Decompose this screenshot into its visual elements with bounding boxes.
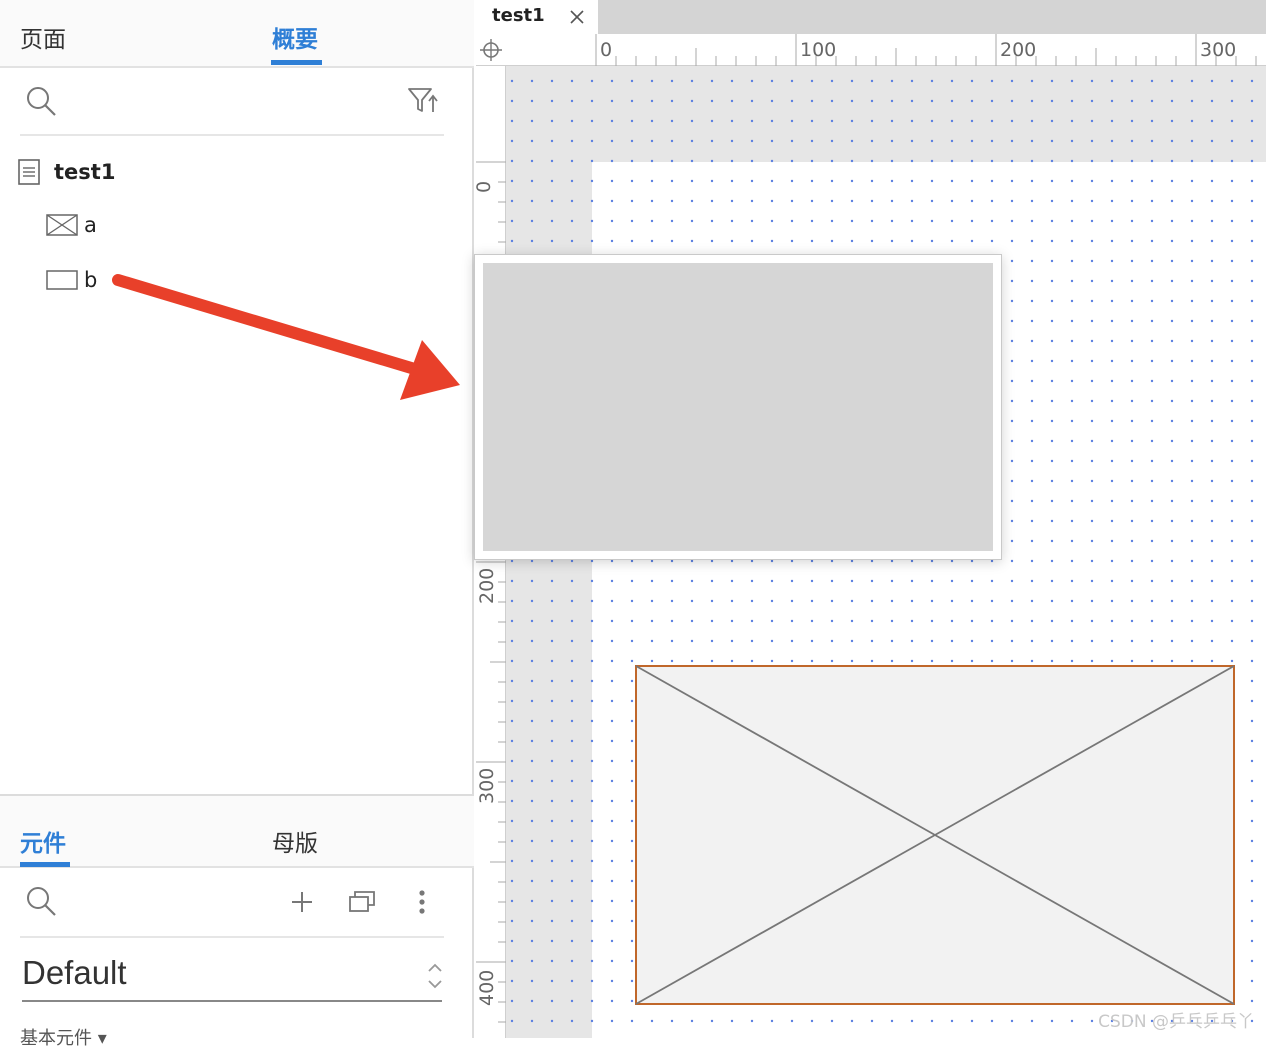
chevron-up-down-icon	[428, 963, 442, 989]
tab-widgets[interactable]: 元件	[20, 824, 66, 858]
active-tab-indicator	[271, 60, 322, 65]
top-tab-bar: 页面 概要	[0, 0, 474, 68]
manage-libraries-icon[interactable]	[348, 888, 378, 914]
left-panel: 页面 概要 test1 a b 元件 母版 Default 基本元件 ▾	[0, 0, 474, 1049]
library-select[interactable]: Default	[22, 950, 442, 1002]
ruler-left-label-300: 300	[476, 767, 498, 804]
crosshair-origin-icon[interactable]	[480, 39, 502, 61]
tree-item-b[interactable]: b	[46, 268, 97, 292]
filter-sort-icon[interactable]	[406, 84, 440, 118]
document-tab-title: test1	[492, 5, 545, 26]
ruler-left-label-200: 200	[476, 567, 498, 604]
tree-item-b-label: b	[84, 268, 98, 292]
tab-masters[interactable]: 母版	[272, 824, 318, 858]
active-bottom-tab-indicator	[20, 862, 70, 867]
watermark: CSDN @乒乓乒乓丫	[1098, 1012, 1254, 1032]
search-icon[interactable]	[24, 84, 58, 118]
bottom-tab-bar: 元件 母版	[0, 796, 474, 868]
ruler-left-label-400: 400	[476, 969, 498, 1006]
page-name: test1	[54, 160, 116, 184]
annotation-arrow-icon	[112, 274, 460, 400]
add-library-icon[interactable]	[290, 890, 314, 914]
horizontal-ruler[interactable]: 0 100 200 300	[476, 34, 1266, 66]
ruler-ticks-top	[595, 34, 1257, 66]
tab-pages[interactable]: 页面	[20, 20, 66, 54]
rectangle-icon	[46, 270, 78, 290]
tree-item-a[interactable]: a	[46, 213, 97, 237]
ruler-top-label-0: 0	[600, 39, 613, 61]
library-toolbar	[20, 870, 444, 938]
tree-item-page[interactable]: test1	[18, 159, 115, 185]
document-tab[interactable]: test1	[476, 0, 598, 34]
ruler-left-label-0: 0	[473, 180, 495, 193]
library-section-label[interactable]: 基本元件 ▾	[20, 1024, 107, 1050]
rectangle-drag-preview[interactable]	[474, 254, 1002, 560]
rectangle-widget[interactable]	[483, 263, 993, 551]
tree-item-a-label: a	[84, 213, 97, 237]
ruler-top-label-300: 300	[1200, 39, 1237, 61]
outline-search-row	[20, 68, 444, 136]
library-select-value: Default	[22, 954, 127, 991]
image-placeholder-widget[interactable]	[635, 665, 1235, 1005]
close-icon[interactable]	[569, 9, 585, 25]
library-search-icon[interactable]	[24, 884, 58, 918]
ruler-top-label-100: 100	[800, 39, 837, 61]
more-options-icon[interactable]	[416, 888, 428, 916]
image-placeholder-icon	[46, 214, 78, 236]
page-icon	[18, 159, 40, 185]
ruler-top-label-200: 200	[1000, 39, 1037, 61]
tab-outline[interactable]: 概要	[272, 20, 318, 54]
